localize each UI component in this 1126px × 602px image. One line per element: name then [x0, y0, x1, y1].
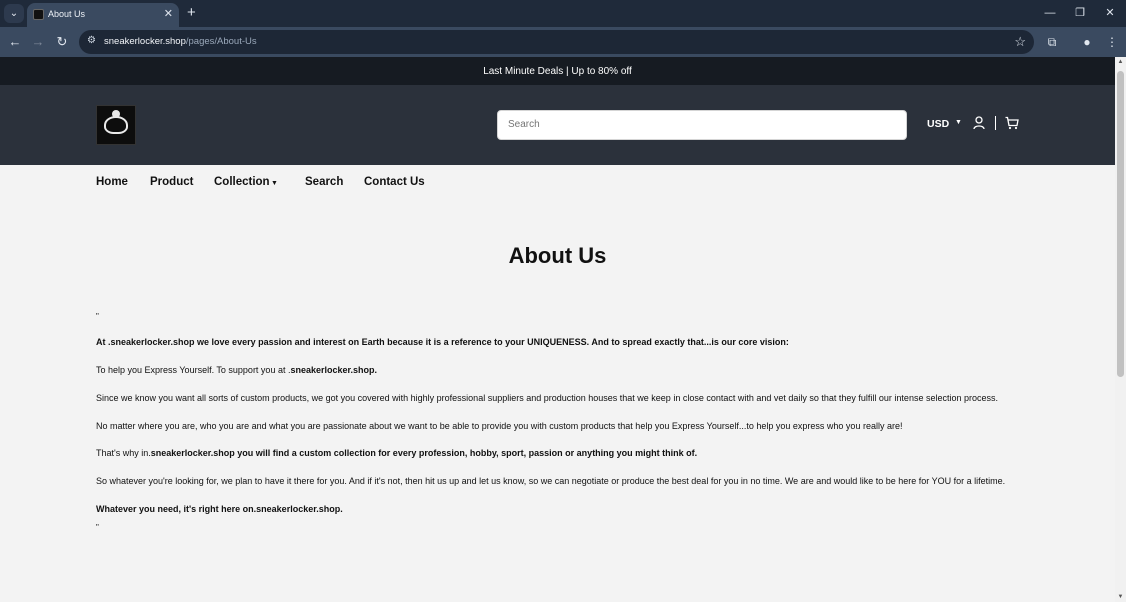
cart-icon[interactable]	[1005, 116, 1019, 130]
bookmark-star-icon[interactable]: ☆	[1014, 34, 1026, 50]
page-scrollbar[interactable]: ▲ ▼	[1115, 57, 1126, 602]
search-input[interactable]	[508, 119, 888, 130]
paragraph-lifetime: So whatever you're looking for, we plan …	[96, 476, 1006, 486]
logo-emblem-icon	[104, 116, 128, 134]
currency-selector[interactable]: USD	[927, 118, 949, 130]
nav-product[interactable]: Product	[150, 176, 193, 188]
browser-toolbar: ← → ↻ ⚙ sneakerlocker.shop/pages/About-U…	[0, 27, 1126, 57]
nav-collection[interactable]: Collection	[214, 176, 270, 188]
new-tab-icon[interactable]: +	[187, 4, 196, 22]
header-divider	[995, 116, 996, 130]
address-bar[interactable]: ⚙ sneakerlocker.shop/pages/About-Us ☆	[79, 30, 1034, 54]
url-text[interactable]: sneakerlocker.shop/pages/About-Us	[104, 36, 257, 47]
nav-search[interactable]: Search	[305, 176, 343, 188]
paragraph-custom-products: No matter where you are, who you are and…	[96, 421, 903, 431]
quote-close: "	[96, 523, 99, 532]
web-page: Last Minute Deals | Up to 80% off USD ▼ …	[0, 57, 1115, 602]
quote-open: "	[96, 312, 99, 321]
tab-title: About Us	[48, 9, 86, 19]
restore-icon[interactable]: ❐	[1070, 4, 1090, 22]
favicon-icon	[33, 9, 44, 20]
announcement-text: Last Minute Deals | Up to 80% off	[483, 66, 632, 77]
scroll-down-icon[interactable]: ▼	[1115, 592, 1126, 602]
search-box[interactable]	[497, 110, 907, 140]
scrollbar-thumb[interactable]	[1117, 71, 1124, 377]
store-logo[interactable]	[96, 105, 136, 145]
nav-contact-us[interactable]: Contact Us	[364, 176, 425, 188]
paragraph-express: To help you Express Yourself. To support…	[96, 365, 378, 375]
tab-close-icon[interactable]: ✕	[164, 7, 173, 20]
close-window-icon[interactable]: ✕	[1100, 4, 1120, 22]
account-icon[interactable]	[973, 116, 985, 130]
minimize-icon[interactable]: —	[1040, 4, 1060, 22]
chevron-down-icon[interactable]: ▼	[271, 180, 278, 187]
paragraph-collection: That's why in.sneakerlocker.shop you wil…	[96, 448, 698, 458]
site-header: USD ▼	[0, 85, 1115, 165]
logo-figure-icon	[112, 110, 120, 118]
tab-search-dropdown-icon[interactable]: ⌄	[4, 4, 24, 23]
page-title: About Us	[508, 243, 607, 268]
paragraph-closing: Whatever you need, it's right here on.sn…	[96, 504, 343, 514]
menu-icon[interactable]: ⋮	[1103, 33, 1121, 51]
announcement-bar: Last Minute Deals | Up to 80% off	[0, 57, 1115, 85]
reload-icon[interactable]: ↻	[53, 33, 71, 51]
site-info-icon[interactable]: ⚙	[87, 35, 99, 47]
profile-icon[interactable]: ●	[1078, 33, 1096, 51]
back-icon[interactable]: ←	[6, 33, 24, 51]
nav-home[interactable]: Home	[96, 176, 128, 188]
main-navigation: Home Product Collection ▼ Search Contact…	[0, 165, 1115, 203]
scroll-up-icon[interactable]: ▲	[1115, 57, 1126, 67]
paragraph-suppliers: Since we know you want all sorts of cust…	[96, 393, 998, 403]
forward-icon[interactable]: →	[29, 33, 47, 51]
paragraph-vision: At .sneakerlocker.shop we love every pas…	[96, 337, 789, 347]
browser-tab[interactable]: About Us ✕	[27, 3, 179, 27]
browser-tabbar: ⌄ About Us ✕ + — ❐ ✕	[0, 0, 1126, 27]
chevron-down-icon[interactable]: ▼	[955, 119, 962, 126]
extensions-icon[interactable]: ⧉	[1043, 33, 1061, 51]
